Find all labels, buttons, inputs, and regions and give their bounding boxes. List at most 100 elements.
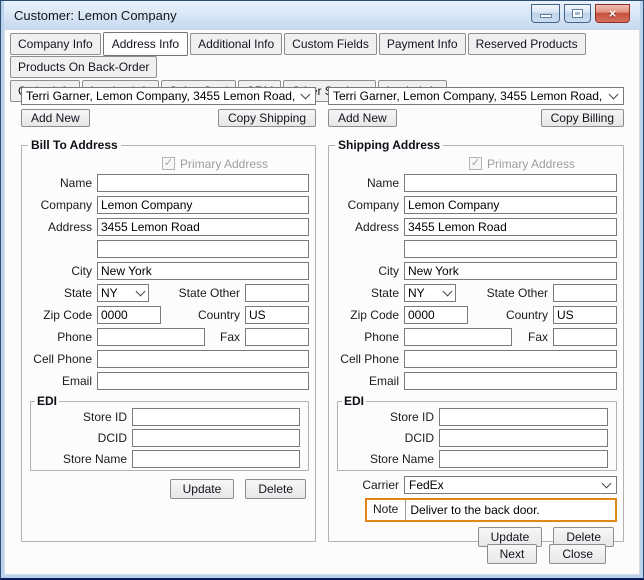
close-dialog-button[interactable]: Close	[549, 544, 606, 564]
shipping-store-id-input[interactable]	[439, 408, 608, 426]
billing-company-input[interactable]	[97, 196, 309, 214]
shipping-state-other-label: State Other	[456, 286, 548, 300]
billing-email-input[interactable]	[97, 372, 309, 390]
carrier-select[interactable]: FedEx	[404, 476, 617, 494]
shipping-dcid-input[interactable]	[439, 429, 608, 447]
shipping-store-name-input[interactable]	[439, 450, 608, 468]
billing-email-label: Email	[22, 374, 92, 388]
close-button[interactable]: ×	[595, 4, 630, 23]
billing-address1-input[interactable]	[97, 218, 309, 236]
billing-address-selector[interactable]: Terri Garner, Lemon Company, 3455 Lemon …	[21, 87, 316, 105]
shipping-address-group: Shipping Address ✓ Primary Address Name …	[328, 138, 624, 542]
shipping-city-input[interactable]	[404, 262, 617, 280]
shipping-edi-title: EDI	[342, 394, 366, 408]
billing-fax-input[interactable]	[245, 328, 309, 346]
billing-edi-group: EDI Store ID DCID Store Name	[30, 394, 309, 471]
shipping-email-input[interactable]	[404, 372, 617, 390]
carrier-label: Carrier	[329, 478, 399, 492]
chevron-down-icon	[602, 478, 612, 488]
maximize-button[interactable]	[564, 4, 591, 23]
carrier-value: FedEx	[409, 478, 599, 492]
customer-window: Customer: Lemon Company × Company InfoAd…	[0, 0, 644, 580]
tab-row-1: Company InfoAddress InfoAdditional InfoC…	[10, 32, 634, 78]
billing-phone-label: Phone	[22, 330, 92, 344]
bill-to-address-title: Bill To Address	[28, 138, 121, 152]
shipping-state-other-input[interactable]	[553, 284, 617, 302]
window-body: Company InfoAddress InfoAdditional InfoC…	[4, 30, 640, 575]
billing-state-other-input[interactable]	[245, 284, 309, 302]
copy-shipping-button[interactable]: Copy Shipping	[218, 109, 316, 127]
close-icon: ×	[609, 6, 617, 21]
note-input[interactable]	[405, 500, 615, 520]
billing-column: Terri Garner, Lemon Company, 3455 Lemon …	[21, 87, 316, 542]
shipping-name-input[interactable]	[404, 174, 617, 192]
shipping-store-name-label: Store Name	[338, 452, 434, 466]
billing-cell-phone-input[interactable]	[97, 350, 309, 368]
shipping-country-label: Country	[468, 308, 548, 322]
shipping-zip-label: Zip Code	[329, 308, 399, 322]
shipping-primary-address-label: Primary Address	[487, 157, 575, 171]
titlebar: Customer: Lemon Company ×	[4, 1, 640, 30]
shipping-country-input[interactable]	[553, 306, 617, 324]
maximize-icon	[572, 9, 583, 18]
shipping-address-selector[interactable]: Terri Garner, Lemon Company, 3455 Lemon …	[328, 87, 624, 105]
shipping-state-select[interactable]: NY	[404, 284, 456, 302]
billing-address-label: Address	[22, 220, 92, 234]
billing-delete-button[interactable]: Delete	[245, 479, 306, 499]
billing-zip-input[interactable]	[97, 306, 161, 324]
shipping-phone-label: Phone	[329, 330, 399, 344]
next-button[interactable]: Next	[487, 544, 538, 564]
copy-billing-button[interactable]: Copy Billing	[541, 109, 624, 127]
tab-address-info[interactable]: Address Info	[103, 32, 188, 56]
billing-state-label: State	[22, 286, 92, 300]
billing-city-input[interactable]	[97, 262, 309, 280]
bill-to-address-group: Bill To Address ✓ Primary Address Name C…	[21, 138, 316, 542]
minimize-icon	[540, 14, 552, 18]
billing-store-id-input[interactable]	[132, 408, 300, 426]
shipping-name-label: Name	[329, 176, 399, 190]
tab-reserved-products[interactable]: Reserved Products	[468, 33, 586, 55]
shipping-address-title: Shipping Address	[335, 138, 443, 152]
billing-state-select[interactable]: NY	[97, 284, 149, 302]
shipping-state-label: State	[329, 286, 399, 300]
shipping-city-label: City	[329, 264, 399, 278]
tab-products-on-back-order[interactable]: Products On Back-Order	[10, 56, 157, 78]
billing-address2-input[interactable]	[97, 240, 309, 258]
shipping-edi-group: EDI Store ID DCID Store Name	[337, 394, 617, 471]
billing-phone-input[interactable]	[97, 328, 205, 346]
shipping-store-id-label: Store ID	[338, 410, 434, 424]
shipping-phone-input[interactable]	[404, 328, 512, 346]
shipping-company-input[interactable]	[404, 196, 617, 214]
billing-update-button[interactable]: Update	[170, 479, 235, 499]
billing-company-label: Company	[22, 198, 92, 212]
shipping-add-new-button[interactable]: Add New	[328, 109, 397, 127]
shipping-fax-input[interactable]	[553, 328, 617, 346]
billing-store-name-input[interactable]	[132, 450, 300, 468]
tab-company-info[interactable]: Company Info	[10, 33, 101, 55]
billing-dcid-input[interactable]	[132, 429, 300, 447]
shipping-fax-label: Fax	[512, 330, 548, 344]
billing-store-id-label: Store ID	[31, 410, 127, 424]
shipping-company-label: Company	[329, 198, 399, 212]
shipping-zip-input[interactable]	[404, 306, 468, 324]
shipping-email-label: Email	[329, 374, 399, 388]
chevron-down-icon	[301, 89, 311, 99]
billing-address-selector-value: Terri Garner, Lemon Company, 3455 Lemon …	[26, 89, 298, 103]
billing-primary-address-checkbox[interactable]: ✓	[162, 157, 175, 170]
billing-edi-title: EDI	[35, 394, 59, 408]
minimize-button[interactable]	[531, 4, 560, 23]
billing-cell-phone-label: Cell Phone	[22, 352, 92, 366]
tab-additional-info[interactable]: Additional Info	[190, 33, 282, 55]
billing-name-input[interactable]	[97, 174, 309, 192]
shipping-address1-input[interactable]	[404, 218, 617, 236]
note-field-highlight: Note	[365, 498, 617, 522]
billing-country-input[interactable]	[245, 306, 309, 324]
shipping-address2-input[interactable]	[404, 240, 617, 258]
shipping-cell-phone-input[interactable]	[404, 350, 617, 368]
shipping-cell-phone-label: Cell Phone	[329, 352, 399, 366]
shipping-primary-address-checkbox[interactable]: ✓	[469, 157, 482, 170]
tab-custom-fields[interactable]: Custom Fields	[284, 33, 377, 55]
billing-add-new-button[interactable]: Add New	[21, 109, 90, 127]
billing-city-label: City	[22, 264, 92, 278]
tab-payment-info[interactable]: Payment Info	[379, 33, 466, 55]
